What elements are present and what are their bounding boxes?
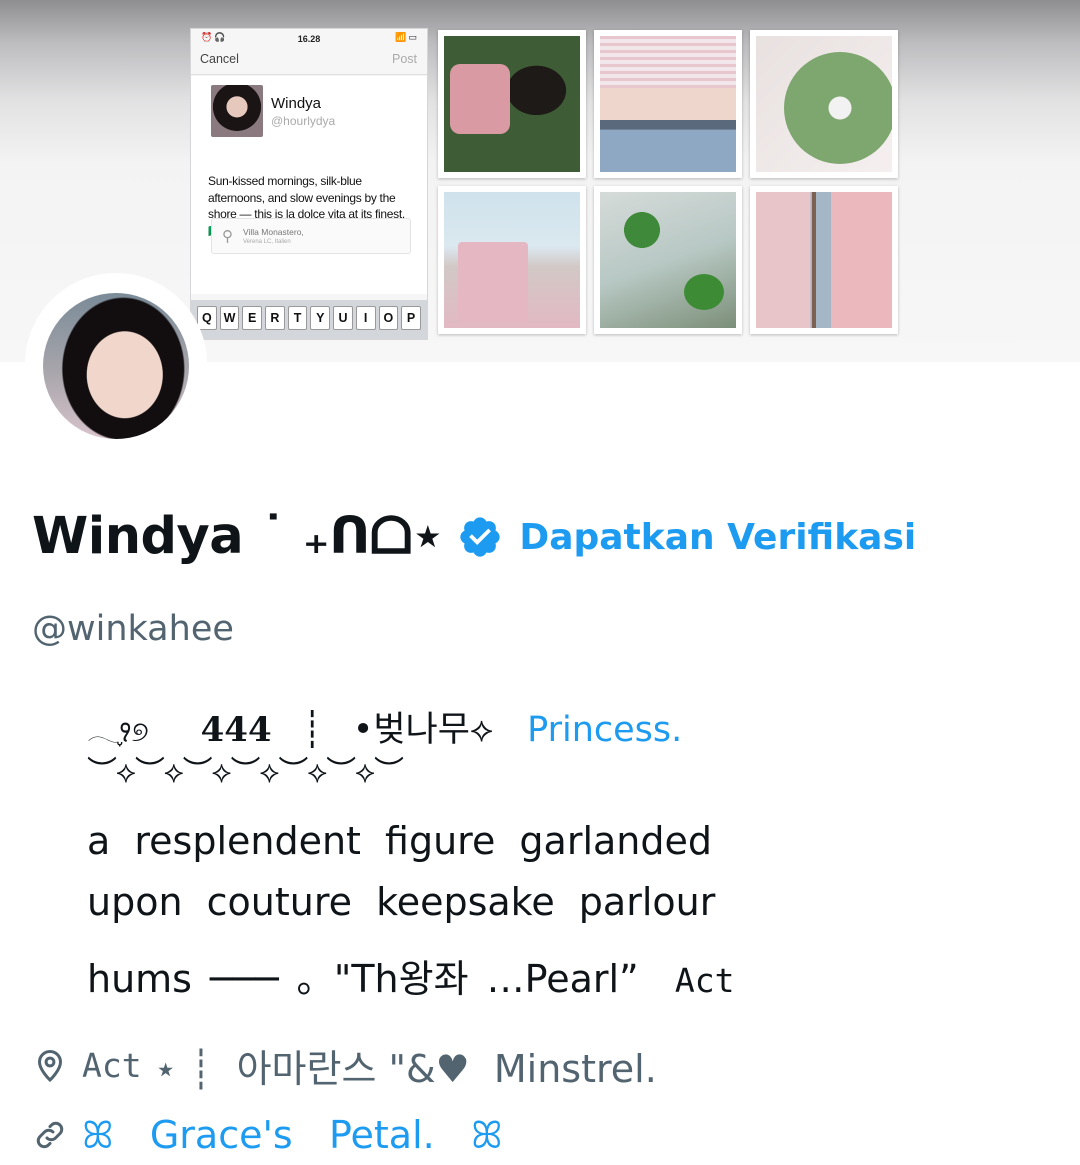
phone-key: Y (310, 306, 331, 330)
verified-badge-icon[interactable] (457, 514, 503, 560)
location-text: ⋆ ┊ 아마란스 "&♥ Minstrel. (141, 1046, 657, 1091)
profile-handle: @winkahee (32, 609, 234, 649)
phone-key: W (219, 306, 240, 330)
phone-key: T (287, 306, 308, 330)
bio-line-1: 𓂃֢꣑୭ 444 ┊ •벚나무⟡ Princess. (87, 701, 682, 752)
banner-photo-record (750, 30, 898, 178)
banner-phone-mockup: ⏰🎧 16.28 📶▭ Cancel Post Windya @hourlydy… (190, 28, 428, 340)
bio-hashtag-princess[interactable]: Princess. (527, 710, 682, 750)
bio-flower-deco: 𓂃֢꣑୭ (87, 715, 149, 748)
phone-status-bar: ⏰🎧 16.28 📶▭ (191, 29, 427, 47)
profile-link[interactable]: ꕤ Grace's Petal. ꕤ (32, 1110, 1032, 1160)
phone-compose: Windya @hourlydya Sun-kissed mornings, s… (191, 76, 427, 294)
avatar-image (43, 293, 189, 439)
phone-key: R (265, 306, 285, 330)
profile-location: Act ⋆ ┊ 아마란스 "&♥ Minstrel. (32, 1040, 1032, 1091)
phone-keys: QWERTYUIOP (197, 306, 421, 330)
phone-handle: @hourlydya (271, 114, 336, 128)
phone-key: U (333, 306, 353, 330)
banner-photo-mugs (438, 30, 586, 178)
get-verified-link[interactable]: Dapatkan Verifikasi (519, 517, 916, 558)
bio-line-4: upon couture keepsake parlour (87, 880, 716, 924)
bio-line-2-deco: ︶⟡︶⟡︶⟡︶⟡︶⟡︶⟡︶ (87, 755, 404, 790)
bio-line-5: hums ─── ｡ "Th왕좌 …Pearl” Act (87, 948, 735, 1003)
phone-location-line1: Villa Monastero, (243, 227, 304, 237)
banner-photo-outfit (594, 30, 742, 178)
location-act: Act (82, 1045, 142, 1085)
phone-key: P (401, 306, 421, 330)
banner-photo-clover (594, 186, 742, 334)
phone-post: Post (391, 52, 417, 66)
phone-cancel: Cancel (200, 52, 239, 66)
bio-divider: ┊ (301, 710, 323, 750)
phone-key: O (378, 306, 399, 330)
bio-korean-text: •벚나무⟡ (352, 710, 494, 750)
phone-key: E (242, 306, 263, 330)
phone-time: 16.28 (297, 34, 321, 44)
phone-topbar: Cancel Post (191, 49, 427, 75)
phone-key: Q (197, 306, 217, 330)
phone-name: Windya (271, 95, 322, 112)
location-pin-icon (37, 1050, 63, 1083)
bio-number: 444 (200, 710, 272, 750)
profile-name-row: Windya ˙ ₊ᑎᗝ⋆ Dapatkan Verifikasi (32, 502, 916, 572)
link-text[interactable]: ꕤ Grace's Petal. ꕤ (82, 1113, 503, 1158)
phone-pin-icon: ⚲ (222, 228, 233, 245)
banner-photo-pool (438, 186, 586, 334)
phone-location-box: ⚲ Villa Monastero, Verena LC, Italien (211, 218, 411, 254)
display-name: Windya ˙ ₊ᑎᗝ⋆ (32, 507, 444, 566)
link-icon (36, 1121, 64, 1149)
bio-line-5-act: Act (674, 961, 735, 1000)
bio-line-5-text: hums ─── ｡ "Th왕좌 …Pearl” (87, 957, 639, 1001)
profile-avatar[interactable] (25, 273, 207, 455)
phone-key: I (355, 306, 376, 330)
bio-line-3: a resplendent figure garlanded (87, 819, 712, 863)
phone-location-line2: Verena LC, Italien (243, 239, 291, 245)
phone-keyboard: QWERTYUIOP (191, 300, 427, 339)
battery-icon: 📶▭ (395, 32, 419, 42)
banner-photo-street (750, 186, 898, 334)
phone-avatar (211, 85, 263, 137)
